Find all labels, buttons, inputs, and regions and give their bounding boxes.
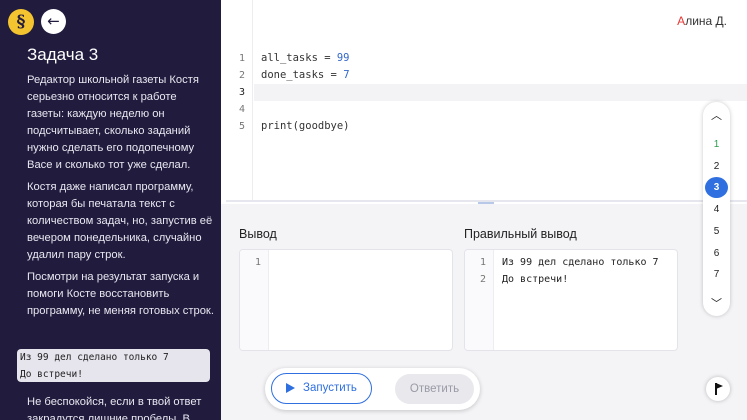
line-number: 2 — [238, 70, 245, 81]
expected-output-sample: Из 99 дел сделано только 7 До встречи! — [17, 349, 210, 382]
picker-item[interactable]: 7 — [705, 264, 728, 285]
line-number: 1 — [238, 53, 245, 64]
active-line-highlight — [254, 84, 747, 101]
output-box: 1 — [239, 249, 453, 351]
task-picker: ︿ 1 2 3 4 5 6 7 ﹀ — [703, 102, 730, 316]
line-number: 1 — [479, 257, 486, 268]
play-icon — [286, 383, 295, 393]
task-title: Задача 3 — [27, 45, 99, 64]
arrow-left-icon: ← — [47, 12, 60, 30]
code-text: print(goodbye) — [261, 120, 350, 132]
run-button-label: Запустить — [303, 382, 357, 394]
line-number: 4 — [238, 104, 245, 115]
picker-item[interactable]: 2 — [705, 156, 728, 177]
code-line[interactable]: print(goodbye) — [261, 120, 350, 132]
line-number: 1 — [254, 257, 261, 268]
correct-output-box: 1 2 Из 99 дел сделано только 7 До встреч… — [464, 249, 678, 351]
output-label: Вывод — [239, 227, 277, 241]
line-number: 5 — [238, 121, 245, 132]
picker-up-button[interactable]: ︿ — [703, 107, 730, 123]
line-number: 3 — [238, 87, 245, 98]
picker-item[interactable]: 5 — [705, 221, 728, 242]
resize-handle[interactable] — [478, 202, 494, 204]
user-name[interactable]: Алина Д. — [677, 14, 727, 28]
correct-output-line: Из 99 дел сделано только 7 — [502, 257, 659, 268]
picker-item[interactable]: 1 — [705, 134, 728, 155]
code-text: done_tasks = — [261, 69, 344, 81]
correct-output-line: До встречи! — [502, 274, 569, 285]
code-number: 7 — [343, 69, 350, 81]
task-panel: § ← Задача 3 Редактор школьной газеты Ко… — [0, 0, 221, 420]
code-editor[interactable]: 1 2 3 4 5 all_tasks = 99 done_tasks = 7 … — [226, 0, 747, 202]
picker-item[interactable]: 4 — [705, 199, 728, 220]
task-footer-text: Не беспокойся, если в твой ответ закраду… — [27, 396, 202, 420]
report-button[interactable] — [706, 377, 730, 401]
logo: § — [8, 9, 34, 35]
line-number: 2 — [479, 274, 486, 285]
code-number: 99 — [336, 52, 350, 64]
code-line[interactable]: done_tasks = 7 — [261, 69, 350, 81]
picker-down-button[interactable]: ﹀ — [703, 295, 730, 311]
answer-button[interactable]: Ответить — [395, 374, 474, 404]
task-paragraph: Костя даже написал программу, которая бы… — [27, 181, 213, 261]
code-line[interactable]: all_tasks = 99 — [261, 52, 350, 64]
run-button[interactable]: Запустить — [271, 373, 372, 404]
chevron-down-icon: ﹀ — [711, 297, 722, 310]
task-paragraph: Редактор школьной газеты Костя серьезно … — [27, 74, 199, 171]
user-name-rest: лина Д. — [685, 14, 727, 28]
code-text: all_tasks = — [261, 52, 337, 64]
task-description: Редактор школьной газеты Костя серьезно … — [27, 72, 215, 420]
line-numbers-gutter — [226, 0, 253, 200]
back-button[interactable]: ← — [41, 9, 66, 34]
action-bar: Запустить Ответить — [265, 368, 480, 410]
user-name-initial: А — [677, 14, 686, 28]
correct-output-label: Правильный вывод — [464, 227, 577, 241]
task-paragraph: Посмотри на результат запуска и помоги К… — [27, 271, 214, 317]
chevron-up-icon: ︿ — [711, 109, 722, 122]
picker-item-current[interactable]: 3 — [705, 177, 728, 198]
picker-item[interactable]: 6 — [705, 243, 728, 264]
